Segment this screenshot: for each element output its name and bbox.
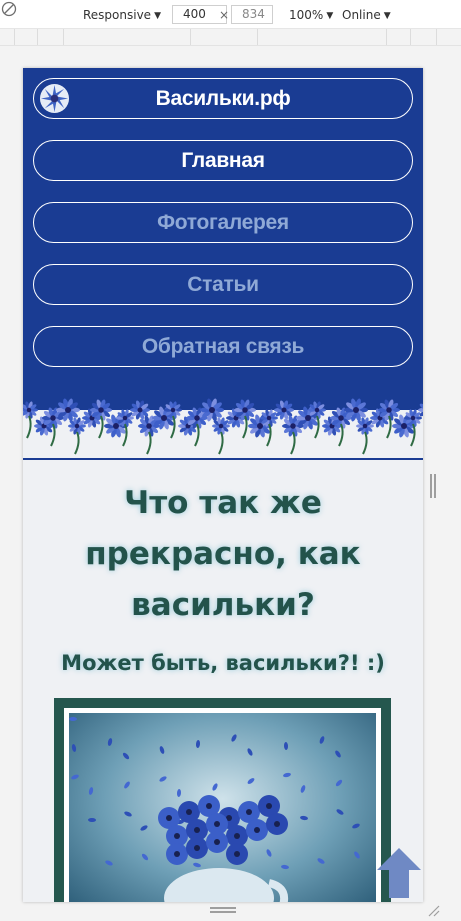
resize-handle-corner[interactable] (428, 905, 440, 917)
scroll-to-top-arrow-icon[interactable] (375, 846, 423, 898)
cornflower-logo-icon (39, 83, 70, 114)
photo-mat (64, 708, 381, 902)
zoom-select[interactable]: 100% ▼ (289, 7, 333, 23)
cornflower-border-decoration (23, 388, 423, 458)
nav-link-gallery[interactable]: Фотогалерея (33, 202, 413, 243)
devtools-device-toolbar: Responsive ▼ 400 × 834 100% ▼ Online ▼ (0, 0, 461, 29)
hero-title: Что так же прекрасно, как васильки? (85, 485, 361, 623)
hero-subtitle: Может быть, васильки?! :) (61, 651, 385, 675)
dropdown-arrow-icon: ▼ (154, 11, 161, 21)
nav-link-home[interactable]: Главная (33, 140, 413, 181)
media-query-ruler (0, 29, 461, 46)
resize-handle-bottom[interactable] (210, 907, 236, 913)
brand-link[interactable]: Васильки.рф (33, 78, 413, 119)
emulated-viewport: Васильки.рф Главная Фотогалерея Статьи О… (23, 68, 423, 902)
brand-name: Васильки.рф (155, 87, 291, 110)
device-select[interactable]: Responsive ▼ (83, 7, 161, 23)
dimension-separator: × (219, 8, 230, 22)
dropdown-arrow-icon: ▼ (326, 11, 334, 21)
zoom-label: 100% (289, 8, 324, 22)
nav-link-feedback[interactable]: Обратная связь (33, 326, 413, 367)
hero-section: Что так же прекрасно, как васильки? Може… (23, 478, 423, 675)
height-input[interactable]: 834 (231, 5, 273, 24)
resize-handle-right[interactable] (430, 474, 436, 498)
device-label: Responsive (83, 8, 152, 22)
nav-link-articles[interactable]: Статьи (33, 264, 413, 305)
rotate-icon[interactable] (0, 0, 18, 18)
photo-frame (54, 698, 391, 902)
throttling-label: Online (342, 8, 381, 22)
throttling-select[interactable]: Online ▼ (342, 7, 391, 23)
site-header: Васильки.рф Главная Фотогалерея Статьи О… (23, 68, 423, 460)
cornflower-cup-photo (69, 713, 376, 902)
dropdown-arrow-icon: ▼ (383, 11, 391, 21)
